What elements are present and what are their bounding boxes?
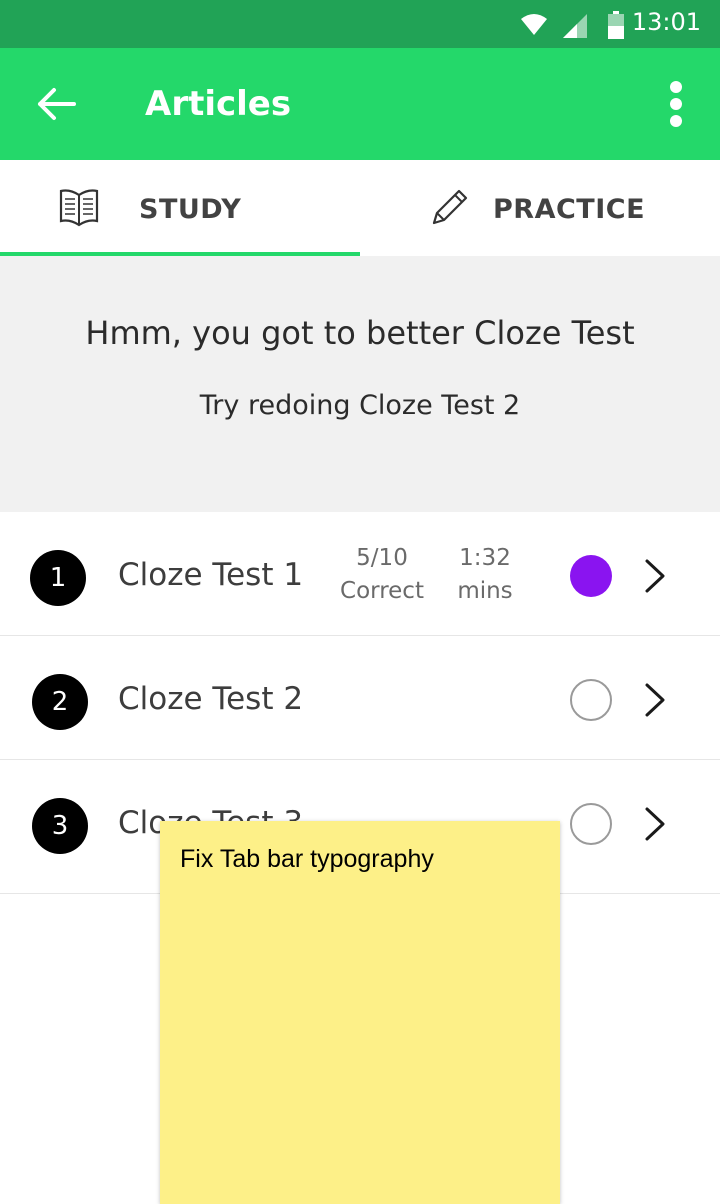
test-number-badge: 1 <box>30 550 86 606</box>
list-item[interactable]: 2 Cloze Test 2 <box>0 636 720 760</box>
status-time: 13:01 <box>631 8 701 36</box>
cell-signal-icon <box>563 14 587 38</box>
feedback-subtitle: Try redoing Cloze Test 2 <box>199 390 521 421</box>
tab-study-label: STUDY <box>139 194 242 225</box>
tab-practice-label: PRACTICE <box>493 194 646 225</box>
chevron-right-icon[interactable] <box>641 682 669 718</box>
chevron-right-icon[interactable] <box>641 806 669 842</box>
test-name: Cloze Test 2 <box>118 681 304 717</box>
score-stat: 5/10 Correct <box>337 542 427 608</box>
status-dot-incomplete <box>570 803 612 845</box>
tab-bar: STUDY PRACTICE <box>0 160 720 256</box>
book-icon <box>59 189 99 227</box>
pencil-icon <box>432 189 468 225</box>
arrow-left-icon[interactable] <box>36 86 76 122</box>
status-dot-incomplete <box>570 679 612 721</box>
status-dot-completed <box>570 555 612 597</box>
test-name: Cloze Test 1 <box>118 557 304 593</box>
wifi-icon <box>521 14 547 35</box>
time-unit: mins <box>457 578 513 604</box>
score-unit: Correct <box>340 578 424 604</box>
battery-icon <box>608 11 624 39</box>
chevron-right-icon[interactable] <box>641 558 669 594</box>
time-stat: 1:32 mins <box>452 542 518 608</box>
sticky-note[interactable]: Fix Tab bar typography <box>160 821 560 1204</box>
test-number-badge: 2 <box>32 674 88 730</box>
feedback-headline: Hmm, you got to better Cloze Test <box>85 314 635 352</box>
list-item[interactable]: 1 Cloze Test 1 5/10 Correct 1:32 mins <box>0 512 720 636</box>
feedback-panel: Hmm, you got to better Cloze Test Try re… <box>0 256 720 512</box>
score-value: 5/10 <box>356 545 408 571</box>
sticky-note-text: Fix Tab bar typography <box>180 845 434 873</box>
time-value: 1:32 <box>459 545 511 571</box>
page-title: Articles <box>145 84 292 124</box>
status-bar: 13:01 <box>0 0 720 48</box>
tab-practice[interactable]: PRACTICE <box>360 160 720 256</box>
app-bar: Articles <box>0 48 720 160</box>
test-number-badge: 3 <box>32 798 88 854</box>
more-vertical-icon[interactable] <box>664 80 688 128</box>
tab-study[interactable]: STUDY <box>0 160 360 256</box>
